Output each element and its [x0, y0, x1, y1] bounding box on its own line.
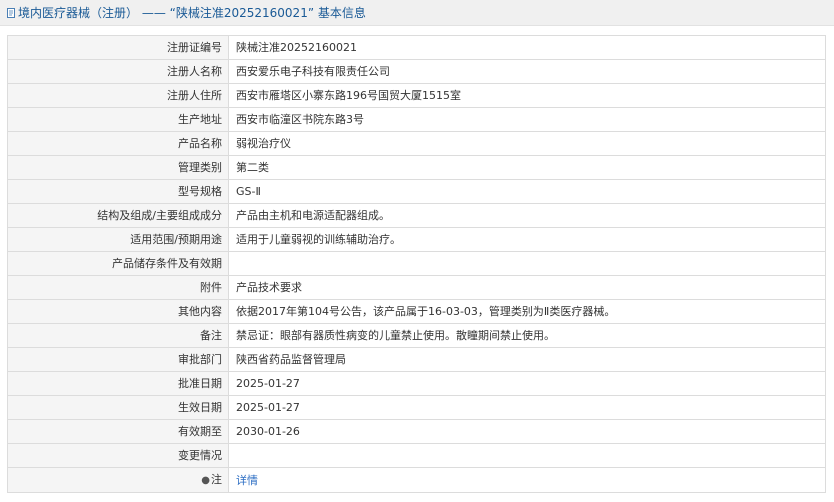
field-value: 弱视治疗仪 — [228, 131, 826, 156]
table-row: 型号规格 GS-Ⅱ — [7, 179, 826, 204]
field-value: 产品技术要求 — [228, 275, 826, 300]
info-table: 注册证编号 陕械注准20252160021 注册人名称 西安爱乐电子科技有限责任公司注… — [7, 35, 826, 493]
table-row: 注册证编号 陕械注准20252160021 — [7, 35, 826, 60]
field-value — [228, 443, 826, 468]
field-label: 附件 — [7, 275, 229, 300]
field-value: 西安爱乐电子科技有限责任公司 — [228, 59, 826, 84]
note-value-cell: 详情 — [228, 467, 826, 493]
field-value: 禁忌证：眼部有器质性病变的儿童禁止使用。散瞳期间禁止使用。 — [228, 323, 826, 348]
field-value: 陕西省药品监督管理局 — [228, 347, 826, 372]
field-label: 注册人住所 — [7, 83, 229, 108]
table-row-note: ●注 详情 — [7, 467, 826, 493]
field-label: 审批部门 — [7, 347, 229, 372]
field-value: 陕械注准20252160021 — [228, 35, 826, 60]
table-row: 有效期至 2030-01-26 — [7, 419, 826, 444]
table-row: 批准日期 2025-01-27 — [7, 371, 826, 396]
field-label: 注册证编号 — [7, 35, 229, 60]
table-row: 备注 禁忌证：眼部有器质性病变的儿童禁止使用。散瞳期间禁止使用。 — [7, 323, 826, 348]
field-value: 2025-01-27 — [228, 371, 826, 396]
table-row: 生产地址 西安市临潼区书院东路3号 — [7, 107, 826, 132]
field-label: 结构及组成/主要组成成分 — [7, 203, 229, 228]
field-label: 有效期至 — [7, 419, 229, 444]
table-row: 管理类别 第二类 — [7, 155, 826, 180]
table-row: 变更情况 — [7, 443, 826, 468]
field-value: 依据2017年第104号公告，该产品属于16-03-03，管理类别为Ⅱ类医疗器械… — [228, 299, 826, 324]
table-row: 附件 产品技术要求 — [7, 275, 826, 300]
table-row: 产品名称 弱视治疗仪 — [7, 131, 826, 156]
page-header: 境内医疗器械（注册） —— “陕械注准20252160021” 基本信息 — [0, 0, 834, 26]
table-row: 注册人名称 西安爱乐电子科技有限责任公司 — [7, 59, 826, 84]
doc-icon — [6, 7, 16, 18]
field-label: 产品名称 — [7, 131, 229, 156]
field-label: 注册人名称 — [7, 59, 229, 84]
table-row: 注册人住所 西安市雁塔区小寨东路196号国贸大厦1515室 — [7, 83, 826, 108]
field-label: 型号规格 — [7, 179, 229, 204]
table-row: 结构及组成/主要组成成分 产品由主机和电源适配器组成。 — [7, 203, 826, 228]
note-label: 注 — [211, 473, 222, 486]
field-label: 变更情况 — [7, 443, 229, 468]
field-label: 产品储存条件及有效期 — [7, 251, 229, 276]
field-value: GS-Ⅱ — [228, 179, 826, 204]
pin-icon: ● — [201, 475, 210, 486]
field-value — [228, 251, 826, 276]
table-row: 产品储存条件及有效期 — [7, 251, 826, 276]
details-link[interactable]: 详情 — [236, 474, 258, 487]
field-label: 生产地址 — [7, 107, 229, 132]
table-row: 审批部门 陕西省药品监督管理局 — [7, 347, 826, 372]
field-value: 西安市临潼区书院东路3号 — [228, 107, 826, 132]
table-row: 其他内容 依据2017年第104号公告，该产品属于16-03-03，管理类别为Ⅱ类… — [7, 299, 826, 324]
field-value: 2025-01-27 — [228, 395, 826, 420]
field-value: 2030-01-26 — [228, 419, 826, 444]
note-label-cell: ●注 — [7, 467, 229, 493]
field-value: 第二类 — [228, 155, 826, 180]
info-table-wrap: 注册证编号 陕械注准20252160021 注册人名称 西安爱乐电子科技有限责任公司注… — [7, 35, 826, 493]
field-value: 产品由主机和电源适配器组成。 — [228, 203, 826, 228]
field-label: 批准日期 — [7, 371, 229, 396]
field-label: 适用范围/预期用途 — [7, 227, 229, 252]
field-value: 适用于儿童弱视的训练辅助治疗。 — [228, 227, 826, 252]
table-row: 生效日期 2025-01-27 — [7, 395, 826, 420]
field-value: 西安市雁塔区小寨东路196号国贸大厦1515室 — [228, 83, 826, 108]
field-label: 备注 — [7, 323, 229, 348]
field-label: 其他内容 — [7, 299, 229, 324]
field-label: 管理类别 — [7, 155, 229, 180]
page-title: 境内医疗器械（注册） —— “陕械注准20252160021” 基本信息 — [18, 6, 366, 20]
table-row: 适用范围/预期用途 适用于儿童弱视的训练辅助治疗。 — [7, 227, 826, 252]
field-label: 生效日期 — [7, 395, 229, 420]
